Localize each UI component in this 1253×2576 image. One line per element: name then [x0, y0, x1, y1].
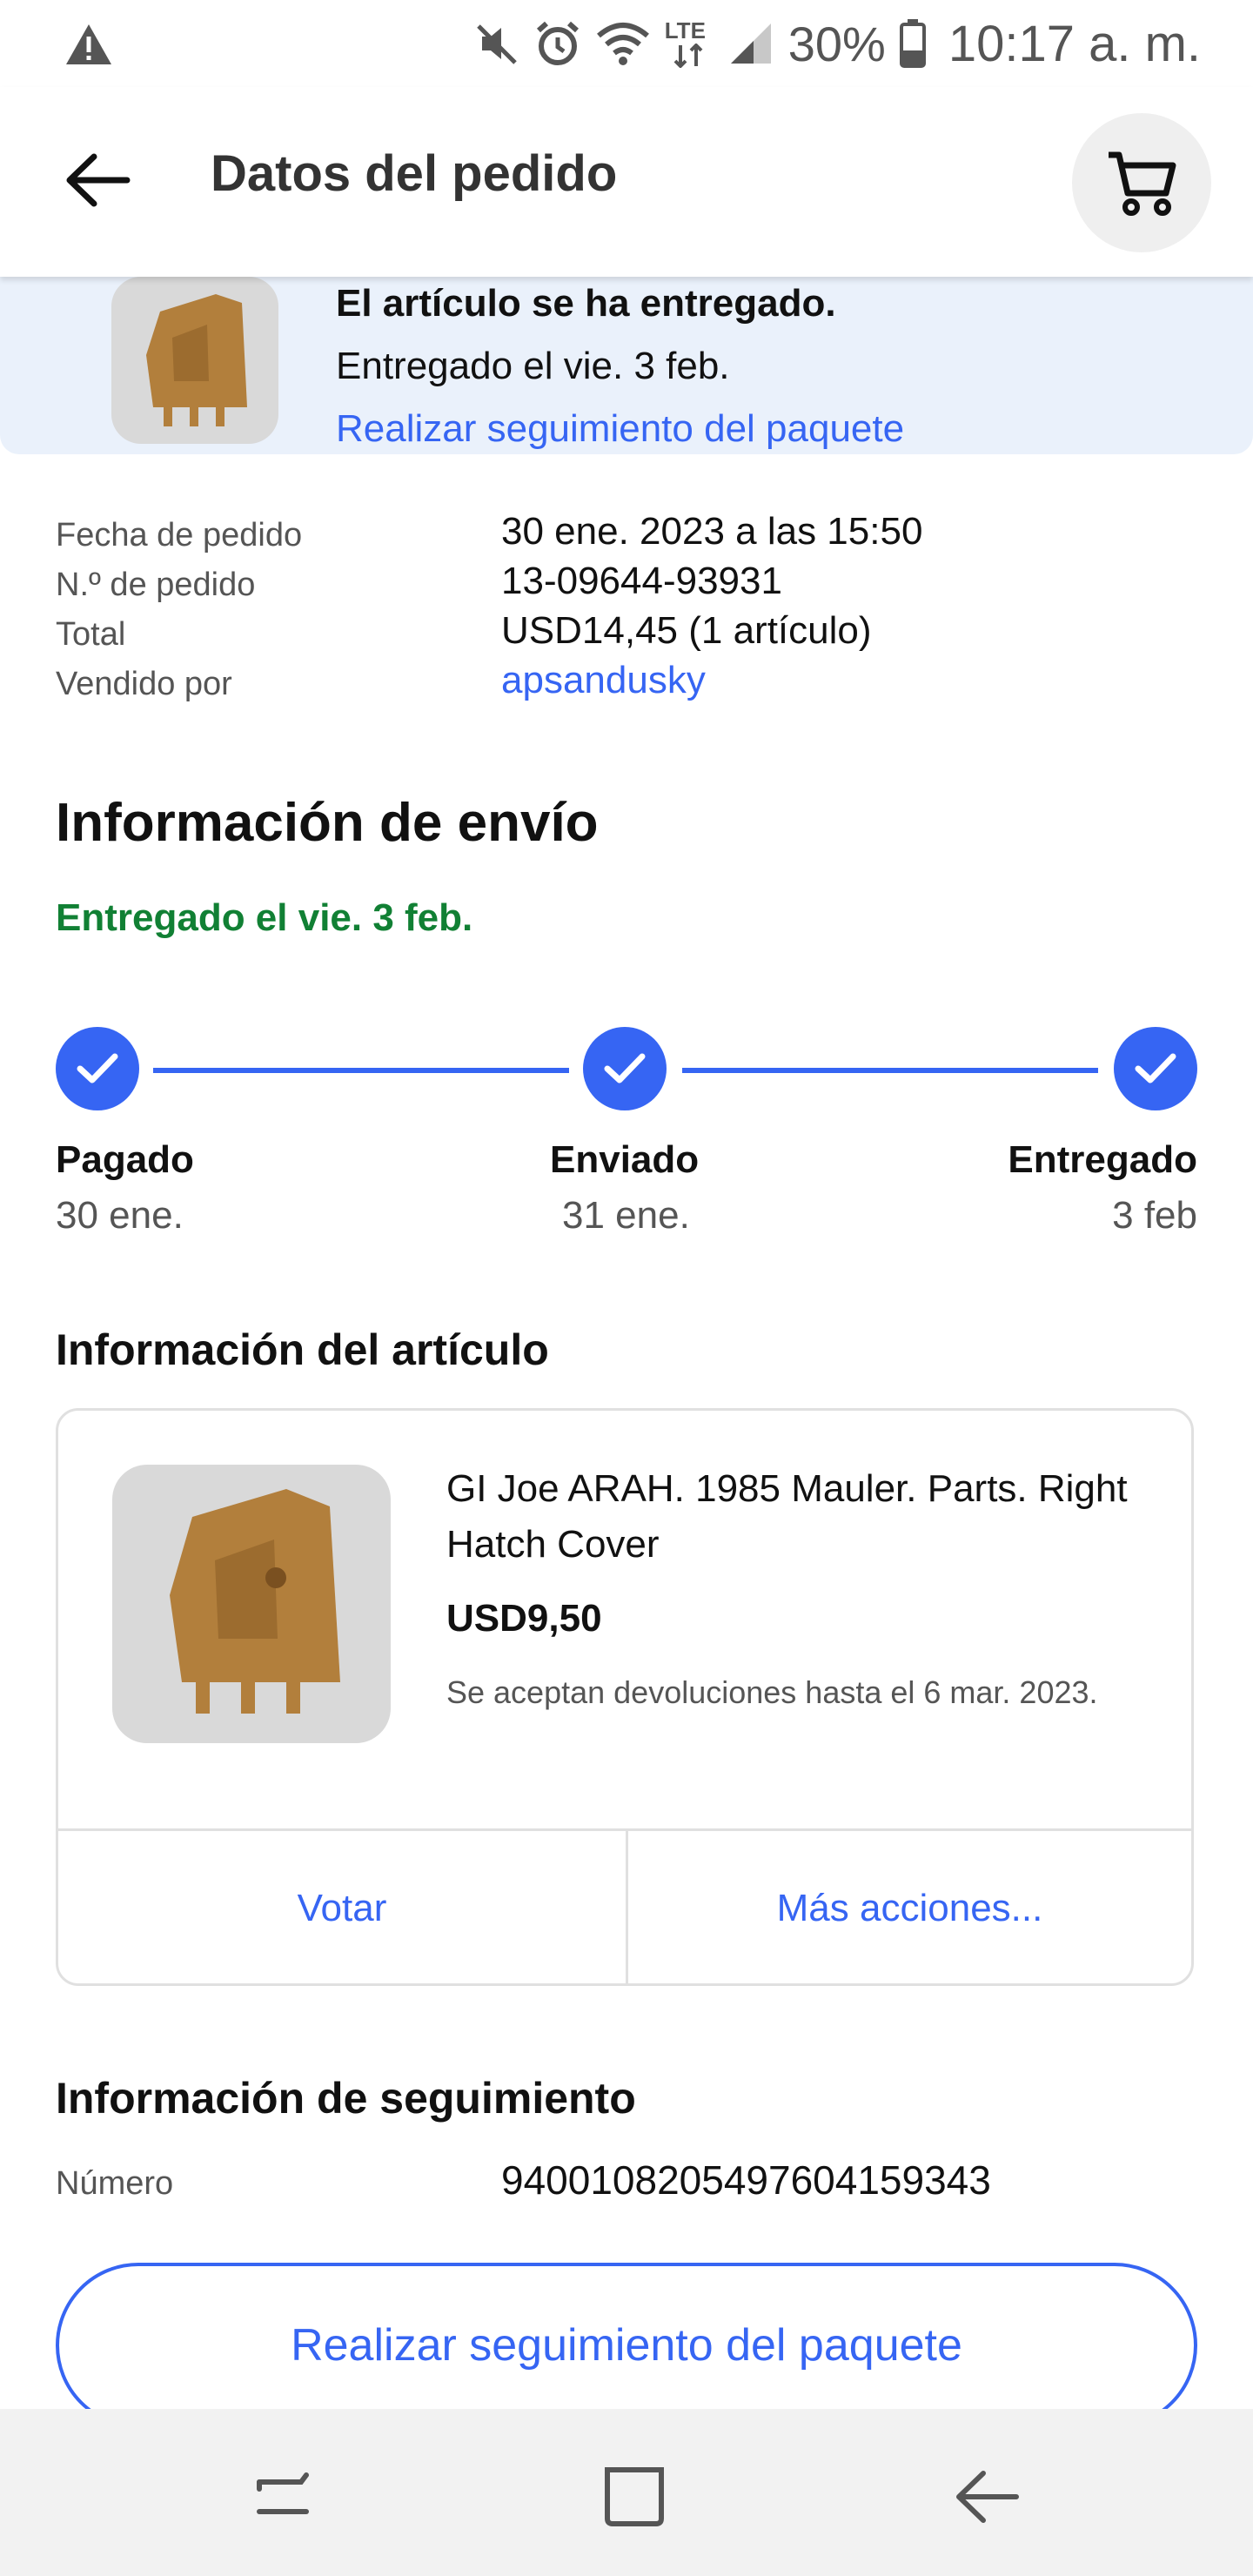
shipping-heading: Información de envío [56, 793, 599, 853]
wifi-icon [596, 23, 649, 65]
clock: 10:17 a. m. [948, 15, 1201, 72]
delivered-banner: El artículo se ha entregado. Entregado e… [0, 277, 1253, 454]
battery-percent: 30% [787, 16, 886, 71]
item-title[interactable]: GI Joe ARAH. 1985 Mauler. Parts. Right H… [446, 1461, 1142, 1573]
step-delivered-check [1114, 1027, 1197, 1110]
step-delivered-date: 3 feb [1112, 1194, 1197, 1237]
order-details: Fecha de pedido 30 ene. 2023 a las 15:50… [56, 510, 1204, 708]
vote-button[interactable]: Votar [58, 1831, 626, 1986]
step-paid-label: Pagado [56, 1138, 194, 1181]
step-shipped-label: Enviado [550, 1138, 700, 1181]
app-bar: Datos del pedido [0, 87, 1253, 277]
seller-link[interactable]: apsandusky [501, 659, 706, 702]
check-icon [1135, 1053, 1176, 1083]
track-package-button[interactable]: Realizar seguimiento del paquete [56, 2263, 1197, 2428]
arrow-left-icon[interactable] [63, 150, 132, 211]
order-number-row: N.º de pedido 13-09644-93931 [56, 560, 1204, 609]
alarm-icon [536, 21, 579, 65]
item-returns-note: Se aceptan devoluciones hasta el 6 mar. … [446, 1674, 1098, 1710]
banner-delivery-date: Entregado el vie. 3 feb. [336, 345, 730, 387]
tracking-number-label: Número [56, 2165, 174, 2202]
home-icon[interactable] [595, 2458, 673, 2536]
item-price: USD9,50 [446, 1597, 602, 1640]
shipping-status: Entregado el vie. 3 feb. [56, 896, 473, 939]
banner-track-link[interactable]: Realizar seguimiento del paquete [336, 407, 904, 451]
check-icon [604, 1053, 646, 1083]
seller-label: Vendido por [56, 666, 232, 702]
step-paid-date: 30 ene. [56, 1194, 184, 1237]
item-thumbnail[interactable] [111, 277, 278, 444]
order-date-value: 30 ene. 2023 a las 15:50 [501, 510, 923, 553]
step-delivered-label: Entregado [1008, 1138, 1197, 1181]
cart-button[interactable] [1072, 113, 1211, 252]
battery-icon [899, 19, 926, 68]
progress-line-2 [682, 1068, 1098, 1073]
lte-indicator: LTE [665, 17, 714, 70]
system-nav-bar [0, 2409, 1253, 2576]
tracking-number-value: 9400108205497604159343 [501, 2157, 991, 2203]
step-shipped-check [583, 1027, 667, 1110]
progress-line-1 [153, 1068, 569, 1073]
order-total-label: Total [56, 616, 126, 653]
step-shipped-date: 31 ene. [562, 1194, 690, 1237]
signal-icon [730, 23, 771, 64]
item-image[interactable] [112, 1465, 391, 1743]
order-number-value: 13-09644-93931 [501, 560, 782, 602]
banner-headline: El artículo se ha entregado. [336, 282, 836, 325]
order-total-row: Total USD14,45 (1 artículo) [56, 609, 1204, 659]
recent-apps-icon[interactable] [244, 2458, 322, 2536]
status-bar: LTE 30% 10:17 a. m. [0, 0, 1253, 87]
order-number-label: N.º de pedido [56, 567, 256, 603]
back-icon[interactable] [948, 2458, 1027, 2536]
order-date-row: Fecha de pedido 30 ene. 2023 a las 15:50 [56, 510, 1204, 560]
order-date-label: Fecha de pedido [56, 517, 303, 553]
shipping-progress [56, 1027, 1197, 1114]
item-info-heading: Información del artículo [56, 1325, 549, 1374]
seller-row: Vendido por apsandusky [56, 659, 1204, 708]
tracking-heading: Información de seguimiento [56, 2074, 636, 2123]
warning-icon [66, 24, 111, 64]
cart-icon [1109, 151, 1176, 216]
mute-icon [476, 24, 517, 64]
more-actions-button[interactable]: Más acciones... [628, 1831, 1191, 1986]
check-icon [77, 1053, 118, 1083]
order-total-value: USD14,45 (1 artículo) [501, 609, 872, 652]
item-card: GI Joe ARAH. 1985 Mauler. Parts. Right H… [56, 1408, 1194, 1986]
step-paid-check [56, 1027, 139, 1110]
page-title: Datos del pedido [211, 145, 618, 202]
